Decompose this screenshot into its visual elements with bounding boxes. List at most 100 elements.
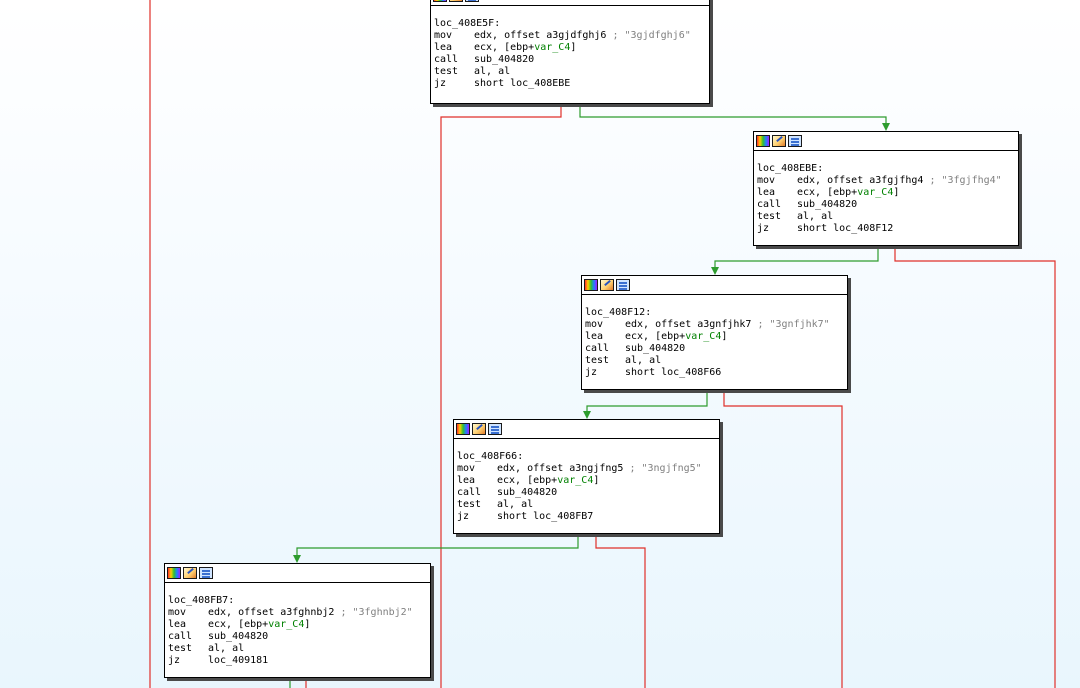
operand-text: sub_404820 [497,487,558,498]
node-disassembly[interactable]: loc_408FB7: mov edx, offset a3fghnbj2 ; "3… [165,583,430,669]
graph-node-loc_408e5f[interactable]: loc_408E5F: mov edx, offset a3gjdfghj6 ; "… [430,0,710,104]
operands[interactable]: al, al [625,355,844,367]
instruction-line[interactable]: jz short loc_408F66 [585,367,844,379]
operands[interactable]: short loc_408F66 [625,367,844,379]
local-variable-ref[interactable]: var_C4 [685,331,721,342]
graph-node-loc_408f12[interactable]: loc_408F12: mov edx, offset a3gnfjhk7 ; "3… [581,275,848,390]
operands[interactable]: sub_404820 [474,54,706,66]
local-variable-ref[interactable]: var_C4 [268,619,304,630]
instruction-line[interactable]: mov edx, offset a3ngjfng5 ; "3ngjfng5" [457,463,716,475]
local-variable-ref[interactable]: var_C4 [557,475,593,486]
operands[interactable]: ecx, [ebp+var_C4] [497,475,716,487]
operands[interactable]: al, al [797,211,1015,223]
mnemonic: jz [457,511,470,522]
rename-pencil-icon[interactable] [472,423,486,435]
group-nodes-icon[interactable] [199,567,213,579]
operands[interactable]: edx, offset a3fghnbj2 ; "3fghnbj2" [208,607,427,619]
operands[interactable]: al, al [474,66,706,78]
instruction-line[interactable]: call sub_404820 [757,199,1015,211]
operands[interactable]: al, al [208,643,427,655]
local-variable-ref[interactable]: var_C4 [534,42,570,53]
node-header[interactable] [754,132,1018,151]
operands[interactable]: ecx, [ebp+var_C4] [208,619,427,631]
color-palette-icon[interactable] [584,279,598,291]
operands[interactable]: sub_404820 [625,343,844,355]
instruction-line[interactable]: call sub_404820 [168,631,427,643]
rename-pencil-icon[interactable] [449,0,463,2]
instruction-line[interactable]: lea ecx, [ebp+var_C4] [434,42,706,54]
node-disassembly[interactable]: loc_408F12: mov edx, offset a3gnfjhk7 ; "3… [582,295,847,381]
operands[interactable]: edx, offset a3gjdfghj6 ; "3gjdfghj6" [474,30,706,42]
instruction-line[interactable]: jz short loc_408F12 [757,223,1015,235]
color-palette-icon[interactable] [167,567,181,579]
edge-false-branch[interactable] [595,534,646,688]
group-nodes-icon[interactable] [788,135,802,147]
color-palette-icon[interactable] [433,0,447,2]
instruction-line[interactable]: jz loc_409181 [168,655,427,667]
local-variable-ref[interactable]: var_C4 [857,187,893,198]
operands[interactable]: ecx, [ebp+var_C4] [797,187,1015,199]
color-palette-icon[interactable] [456,423,470,435]
instruction-line[interactable]: lea ecx, [ebp+var_C4] [457,475,716,487]
edge-true-branch[interactable] [296,534,579,561]
operands[interactable]: short loc_408EBE [474,78,706,90]
graph-view-canvas[interactable]: loc_408E5F: mov edx, offset a3gjdfghj6 ; "… [0,0,1080,688]
operands[interactable]: edx, offset a3fgjfhg4 ; "3fgjfhg4" [797,175,1015,187]
group-nodes-icon[interactable] [488,423,502,435]
operands[interactable]: loc_409181 [208,655,427,667]
graph-node-loc_408ebe[interactable]: loc_408EBE: mov edx, offset a3fgjfhg4 ; "3… [753,131,1019,246]
instruction-line[interactable]: mov edx, offset a3gnfjhk7 ; "3gnfjhk7" [585,319,844,331]
rename-pencil-icon[interactable] [600,279,614,291]
graph-node-loc_408f66[interactable]: loc_408F66: mov edx, offset a3ngjfng5 ; "3… [453,419,720,534]
instruction-line[interactable]: lea ecx, [ebp+var_C4] [585,331,844,343]
node-header[interactable] [454,420,719,439]
location-label[interactable]: loc_408EBE: [757,163,1015,175]
node-header[interactable] [165,564,430,583]
instruction-line[interactable]: test al, al [757,211,1015,223]
edge-false-branch[interactable] [894,246,1056,688]
instruction-line[interactable]: jz short loc_408EBE [434,78,706,90]
color-palette-icon[interactable] [756,135,770,147]
operands[interactable]: sub_404820 [208,631,427,643]
operands[interactable]: sub_404820 [797,199,1015,211]
edge-true-branch[interactable] [714,246,879,273]
operands[interactable]: sub_404820 [497,487,716,499]
instruction-line[interactable]: test al, al [457,499,716,511]
operands[interactable]: short loc_408FB7 [497,511,716,523]
location-label[interactable]: loc_408F66: [457,451,716,463]
operands[interactable]: short loc_408F12 [797,223,1015,235]
instruction-line[interactable]: mov edx, offset a3fghnbj2 ; "3fghnbj2" [168,607,427,619]
rename-pencil-icon[interactable] [183,567,197,579]
instruction-line[interactable]: test al, al [585,355,844,367]
group-nodes-icon[interactable] [465,0,479,2]
instruction-line[interactable]: test al, al [434,66,706,78]
instruction-line[interactable]: lea ecx, [ebp+var_C4] [757,187,1015,199]
instruction-line[interactable]: call sub_404820 [434,54,706,66]
operands[interactable]: ecx, [ebp+var_C4] [474,42,706,54]
instruction-line[interactable]: mov edx, offset a3fgjfhg4 ; "3fgjfhg4" [757,175,1015,187]
location-label[interactable]: loc_408E5F: [434,18,706,30]
edge-false-branch[interactable] [440,104,562,688]
operands[interactable]: al, al [497,499,716,511]
node-disassembly[interactable]: loc_408F66: mov edx, offset a3ngjfng5 ; "3… [454,439,719,525]
location-label[interactable]: loc_408FB7: [168,595,427,607]
instruction-line[interactable]: mov edx, offset a3gjdfghj6 ; "3gjdfghj6" [434,30,706,42]
instruction-line[interactable]: call sub_404820 [585,343,844,355]
operands[interactable]: edx, offset a3ngjfng5 ; "3ngjfng5" [497,463,716,475]
graph-node-loc_408fb7[interactable]: loc_408FB7: mov edx, offset a3fghnbj2 ; "3… [164,563,431,678]
node-disassembly[interactable]: loc_408EBE: mov edx, offset a3fgjfhg4 ; "3… [754,151,1018,237]
instruction-line[interactable]: call sub_404820 [457,487,716,499]
node-disassembly[interactable]: loc_408E5F: mov edx, offset a3gjdfghj6 ; "… [431,6,709,92]
instruction-line[interactable]: lea ecx, [ebp+var_C4] [168,619,427,631]
edge-true-branch[interactable] [579,104,887,129]
location-label[interactable]: loc_408F12: [585,307,844,319]
rename-pencil-icon[interactable] [772,135,786,147]
edge-true-branch[interactable] [586,390,708,417]
group-nodes-icon[interactable] [616,279,630,291]
edge-false-branch[interactable] [723,390,843,688]
operands[interactable]: edx, offset a3gnfjhk7 ; "3gnfjhk7" [625,319,844,331]
operands[interactable]: ecx, [ebp+var_C4] [625,331,844,343]
instruction-line[interactable]: jz short loc_408FB7 [457,511,716,523]
instruction-line[interactable]: test al, al [168,643,427,655]
node-header[interactable] [582,276,847,295]
